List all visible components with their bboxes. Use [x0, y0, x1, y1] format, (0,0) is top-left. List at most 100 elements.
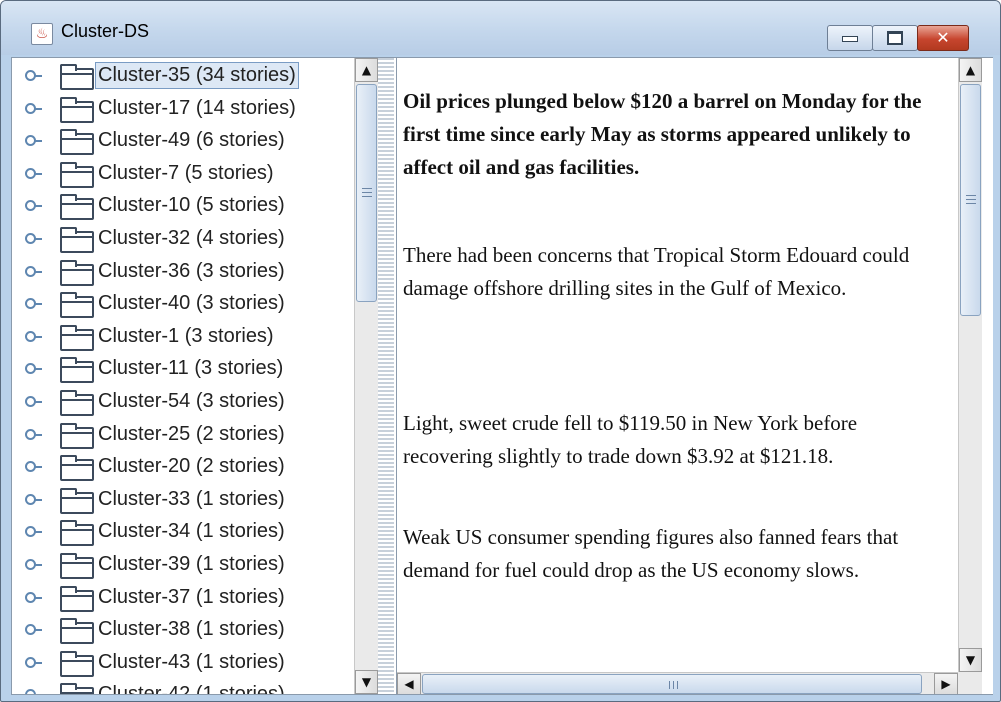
grip-line	[669, 681, 670, 689]
tree-node-label: Cluster-34 (1 stories)	[98, 520, 285, 543]
tree-node[interactable]: Cluster-1 (3 stories)	[12, 321, 352, 353]
story-paragraph: There had been concerns that Tropical St…	[403, 243, 910, 300]
grip-line	[966, 199, 976, 200]
folder-icon	[60, 96, 94, 123]
text-scroll-down-button[interactable]: ▼	[959, 648, 982, 672]
arrow-left-icon: ◀	[404, 677, 414, 691]
text-scroll-thumb[interactable]	[960, 84, 981, 316]
tree-node-label: Cluster-54 (3 stories)	[98, 390, 285, 412]
folder-icon	[60, 259, 94, 286]
expand-handle-icon[interactable]	[25, 591, 36, 603]
tree-scroll-up-button[interactable]: ▲	[355, 58, 378, 82]
expand-handle-icon[interactable]	[25, 493, 36, 505]
expand-handle-icon[interactable]	[25, 167, 36, 179]
tree-node-label: Cluster-37 (1 stories)	[98, 585, 285, 608]
text-scroll-right-button[interactable]: ▶	[934, 673, 958, 694]
text-horizontal-thumb[interactable]	[422, 674, 922, 694]
text-scroll-up-button[interactable]: ▲	[959, 58, 982, 82]
expand-handle-icon[interactable]	[25, 461, 36, 473]
tree-node[interactable]: Cluster-7 (5 stories)	[12, 158, 352, 190]
tree-node[interactable]: Cluster-35 (34 stories)	[12, 60, 352, 92]
tree-node[interactable]: Cluster-25 (2 stories)	[12, 419, 352, 451]
tree-node-label: Cluster-49 (6 stories)	[98, 129, 285, 152]
folder-icon	[60, 324, 94, 351]
tree-node[interactable]: Cluster-39 (1 stories)	[12, 549, 352, 581]
tree-node-label: Cluster-17 (14 stories)	[98, 96, 296, 119]
tree-scroll-thumb[interactable]	[356, 84, 377, 302]
folder-icon	[60, 129, 94, 156]
tree-node-label: Cluster-36 (3 stories)	[98, 259, 285, 282]
tree-node[interactable]: Cluster-42 (1 stories)	[12, 679, 352, 694]
expand-handle-icon[interactable]	[25, 330, 36, 342]
cluster-tree: Cluster-35 (34 stories) Cluster-17 (14 st…	[12, 58, 394, 694]
expand-handle-icon[interactable]	[25, 363, 36, 375]
tree-node[interactable]: Cluster-43 (1 stories)	[12, 647, 352, 679]
tree-node[interactable]: Cluster-49 (6 stories)	[12, 125, 352, 157]
maximize-icon	[873, 26, 917, 50]
grip-line	[673, 681, 674, 689]
tree-node-label: Cluster-35 (34 stories)	[95, 62, 299, 89]
tree-node[interactable]: Cluster-40 (3 stories)	[12, 288, 352, 320]
expand-handle-icon[interactable]	[25, 200, 36, 212]
folder-icon	[60, 487, 94, 514]
text-vertical-scrollbar[interactable]: ▲ ▼	[958, 58, 982, 672]
tree-node[interactable]: Cluster-32 (4 stories)	[12, 223, 352, 255]
grip-line	[966, 195, 976, 196]
expand-handle-icon[interactable]	[25, 396, 36, 407]
tree-node[interactable]: Cluster-17 (14 stories)	[12, 93, 352, 125]
text-horizontal-scrollbar[interactable]: ◀ ▶	[397, 672, 958, 694]
minimize-icon	[828, 26, 872, 50]
tree-node-label: Cluster-40 (3 stories)	[98, 292, 285, 315]
expand-handle-icon[interactable]	[25, 624, 36, 636]
arrow-up-icon: ▲	[361, 63, 372, 77]
tree-node-label: Cluster-38 (1 stories)	[98, 618, 285, 641]
tree-node[interactable]: Cluster-38 (1 stories)	[12, 614, 352, 646]
tree-node[interactable]: Cluster-11 (3 stories)	[12, 353, 352, 385]
folder-icon	[60, 357, 94, 384]
arrow-up-icon: ▲	[965, 63, 976, 77]
expand-handle-icon[interactable]	[25, 298, 36, 310]
tree-node-label: Cluster-32 (4 stories)	[98, 227, 285, 249]
folder-icon	[60, 683, 94, 694]
scrollbar-corner	[958, 672, 982, 694]
tree-node-label: Cluster-43 (1 stories)	[98, 650, 285, 673]
folder-icon	[60, 553, 94, 579]
story-paragraph: Weak US consumer spending figures also f…	[403, 525, 899, 582]
tree-node[interactable]: Cluster-34 (1 stories)	[12, 516, 352, 548]
tree-node[interactable]: Cluster-37 (1 stories)	[12, 582, 352, 614]
tree-node-label: Cluster-10 (5 stories)	[98, 194, 285, 217]
folder-icon	[60, 585, 94, 612]
tree-scroll-down-button[interactable]: ▼	[355, 670, 378, 694]
tree-node[interactable]: Cluster-10 (5 stories)	[12, 190, 352, 222]
tree-vertical-scrollbar[interactable]: ▲ ▼	[354, 58, 378, 694]
tree-node[interactable]: Cluster-33 (1 stories)	[12, 484, 352, 516]
tree-node[interactable]: Cluster-20 (2 stories)	[12, 451, 352, 483]
close-icon: ✕	[936, 28, 950, 47]
text-scroll-left-button[interactable]: ◀	[397, 673, 421, 694]
grip-line	[966, 203, 976, 204]
title-bar[interactable]: ♨ Cluster-DS ✕	[1, 1, 1000, 55]
expand-handle-icon[interactable]	[25, 428, 36, 440]
maximize-button[interactable]	[872, 25, 918, 51]
expand-handle-icon[interactable]	[25, 526, 36, 538]
expand-handle-icon[interactable]	[25, 265, 36, 277]
expand-handle-icon[interactable]	[25, 70, 36, 81]
split-pane-divider[interactable]	[378, 58, 394, 694]
expand-handle-icon[interactable]	[25, 233, 36, 244]
expand-handle-icon[interactable]	[25, 559, 36, 570]
arrow-right-icon: ▶	[941, 677, 951, 691]
grip-line	[362, 196, 372, 197]
story-lead-paragraph: Oil prices plunged below $120 a barrel o…	[403, 89, 922, 179]
expand-handle-icon[interactable]	[25, 135, 36, 147]
folder-icon	[60, 390, 94, 416]
expand-handle-icon[interactable]	[25, 656, 36, 668]
grip-line	[677, 681, 678, 689]
expand-handle-icon[interactable]	[25, 102, 36, 114]
tree-node-label: Cluster-1 (3 stories)	[98, 324, 274, 347]
folder-icon	[60, 422, 94, 449]
tree-node[interactable]: Cluster-54 (3 stories)	[12, 386, 352, 418]
minimize-button[interactable]	[827, 25, 873, 51]
close-button[interactable]: ✕	[917, 25, 969, 51]
expand-handle-icon[interactable]	[25, 689, 36, 694]
tree-node[interactable]: Cluster-36 (3 stories)	[12, 256, 352, 288]
